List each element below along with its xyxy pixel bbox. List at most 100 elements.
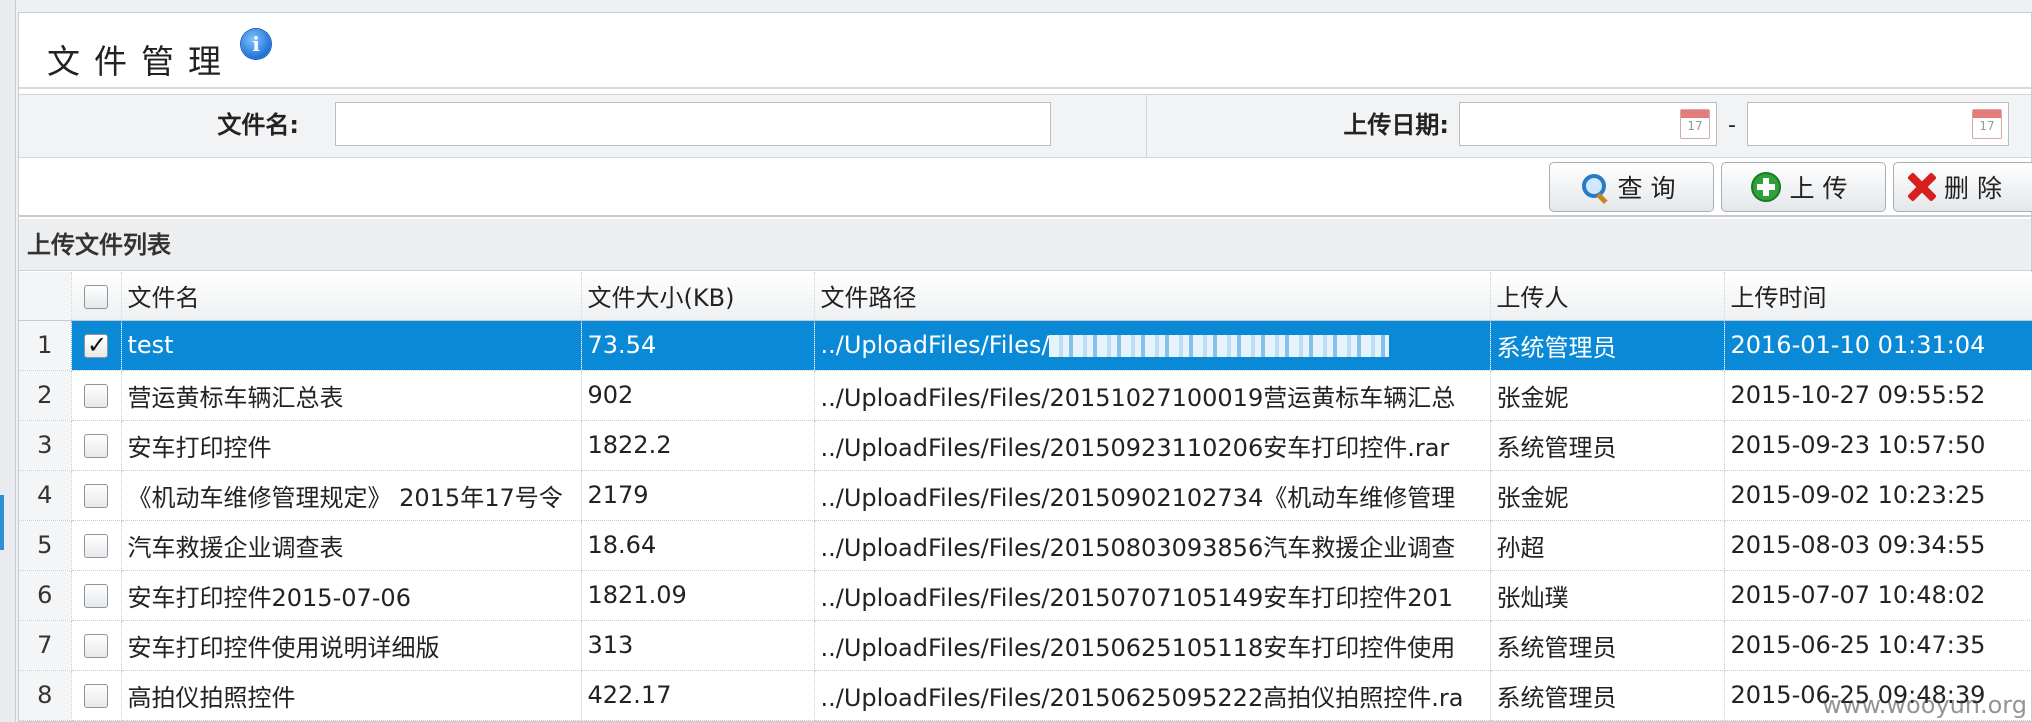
row-number: 6 bbox=[19, 570, 72, 621]
cell-size: 1821.09 bbox=[581, 570, 815, 621]
file-table: 文件名 文件大小(KB) 文件路径 上传人 上传时间 1 test 73.54 … bbox=[19, 272, 2032, 721]
row-checkbox[interactable] bbox=[84, 484, 108, 508]
row-checkbox-cell[interactable] bbox=[71, 570, 122, 621]
cell-time: 2015-08-03 09:34:55 bbox=[1724, 520, 2032, 571]
delete-icon bbox=[1906, 172, 1936, 202]
select-all-checkbox[interactable] bbox=[84, 284, 108, 309]
row-checkbox[interactable] bbox=[84, 384, 108, 408]
row-checkbox-cell[interactable] bbox=[71, 520, 122, 571]
table-row[interactable]: 8 高拍仪拍照控件 422.17 ../UploadFiles/Files/20… bbox=[19, 670, 2032, 721]
column-header-path[interactable]: 文件路径 bbox=[814, 272, 1491, 321]
left-scroll-strip[interactable] bbox=[0, 0, 16, 722]
table-row[interactable]: 5 汽车救援企业调查表 18.64 ../UploadFiles/Files/2… bbox=[19, 520, 2032, 571]
cell-path: ../UploadFiles/Files/ bbox=[814, 320, 1491, 371]
row-checkbox-cell[interactable] bbox=[71, 420, 122, 471]
table-row[interactable]: 3 安车打印控件 1822.2 ../UploadFiles/Files/201… bbox=[19, 420, 2032, 471]
cell-uploader: 张金妮 bbox=[1490, 370, 1725, 421]
row-checkbox[interactable] bbox=[84, 584, 108, 608]
title-bar: 文件管理 i bbox=[19, 13, 2031, 89]
cell-filename: 安车打印控件2015-07-06 bbox=[121, 570, 582, 621]
table-row[interactable]: 1 test 73.54 ../UploadFiles/Files/ 系统管理员… bbox=[19, 320, 2032, 371]
cell-path: ../UploadFiles/Files/20150923110206安车打印控… bbox=[814, 420, 1491, 471]
toolbar: 查询 上传 删除 bbox=[19, 159, 2032, 217]
date-to-input[interactable]: 17 bbox=[1747, 102, 2009, 146]
row-number: 7 bbox=[19, 620, 72, 671]
select-all-checkbox-header[interactable] bbox=[71, 272, 122, 321]
filename-input[interactable] bbox=[335, 102, 1051, 146]
cell-filename: 《机动车维修管理规定》 2015年17号令 bbox=[121, 470, 582, 521]
table-row[interactable]: 7 安车打印控件使用说明详细版 313 ../UploadFiles/Files… bbox=[19, 620, 2032, 671]
file-management-panel: 文件管理 i 文件名: 上传日期: 17 - 17 查询 上传 删除 上传文件列… bbox=[18, 12, 2032, 722]
cell-path: ../UploadFiles/Files/20150707105149安车打印控… bbox=[814, 570, 1491, 621]
cell-path: ../UploadFiles/Files/20150625105118安车打印控… bbox=[814, 620, 1491, 671]
row-checkbox[interactable] bbox=[84, 534, 108, 558]
cell-uploader: 张金妮 bbox=[1490, 470, 1725, 521]
cell-path: ../UploadFiles/Files/20150803093856汽车救援企… bbox=[814, 520, 1491, 571]
cell-time: 2015-09-02 10:23:25 bbox=[1724, 470, 2032, 521]
table-row[interactable]: 4 《机动车维修管理规定》 2015年17号令 2179 ../UploadFi… bbox=[19, 470, 2032, 521]
cell-uploader: 孙超 bbox=[1490, 520, 1725, 571]
cell-size: 313 bbox=[581, 620, 815, 671]
cell-time: 2015-09-23 10:57:50 bbox=[1724, 420, 2032, 471]
date-from-input[interactable]: 17 bbox=[1459, 102, 1717, 146]
watermark: www.wooyun.org bbox=[1822, 691, 2027, 719]
column-header-filename[interactable]: 文件名 bbox=[121, 272, 582, 321]
add-icon bbox=[1751, 172, 1782, 202]
row-checkbox-cell[interactable] bbox=[71, 320, 122, 371]
row-number: 4 bbox=[19, 470, 72, 521]
row-checkbox-cell[interactable] bbox=[71, 670, 122, 721]
row-checkbox-cell[interactable] bbox=[71, 370, 122, 421]
row-number-header bbox=[19, 272, 72, 321]
page-title: 文件管理 bbox=[47, 42, 235, 81]
cell-path: ../UploadFiles/Files/20151027100019营运黄标车… bbox=[814, 370, 1491, 421]
cell-size: 73.54 bbox=[581, 320, 815, 371]
cell-size: 422.17 bbox=[581, 670, 815, 721]
upload-button[interactable]: 上传 bbox=[1721, 162, 1886, 212]
cell-time: 2015-10-27 09:55:52 bbox=[1724, 370, 2032, 421]
cell-uploader: 系统管理员 bbox=[1490, 420, 1725, 471]
row-number: 5 bbox=[19, 520, 72, 571]
cell-filename: 营运黄标车辆汇总表 bbox=[121, 370, 582, 421]
row-checkbox[interactable] bbox=[84, 634, 108, 658]
table-row[interactable]: 6 安车打印控件2015-07-06 1821.09 ../UploadFile… bbox=[19, 570, 2032, 621]
row-checkbox-cell[interactable] bbox=[71, 620, 122, 671]
left-strip-marker bbox=[0, 495, 4, 550]
cell-uploader: 系统管理员 bbox=[1490, 670, 1725, 721]
row-checkbox[interactable] bbox=[84, 331, 108, 359]
list-title: 上传文件列表 bbox=[19, 219, 2031, 271]
app-frame: 文件管理 i 文件名: 上传日期: 17 - 17 查询 上传 删除 上传文件列… bbox=[0, 0, 2032, 722]
delete-button[interactable]: 删除 bbox=[1893, 162, 2032, 212]
cell-uploader: 系统管理员 bbox=[1490, 320, 1725, 371]
column-header-size[interactable]: 文件大小(KB) bbox=[581, 272, 815, 321]
filename-label: 文件名: bbox=[217, 111, 299, 139]
cell-time: 2016-01-10 01:31:04 bbox=[1724, 320, 2032, 371]
table-row[interactable]: 2 营运黄标车辆汇总表 902 ../UploadFiles/Files/201… bbox=[19, 370, 2032, 421]
search-bar: 文件名: 上传日期: 17 - 17 bbox=[19, 94, 2031, 158]
row-number: 3 bbox=[19, 420, 72, 471]
cell-uploader: 系统管理员 bbox=[1490, 620, 1725, 671]
cell-size: 18.64 bbox=[581, 520, 815, 571]
cell-filename: 安车打印控件使用说明详细版 bbox=[121, 620, 582, 671]
cell-path: ../UploadFiles/Files/20150902102734《机动车维… bbox=[814, 470, 1491, 521]
upload-date-label: 上传日期: bbox=[1343, 111, 1449, 139]
cell-uploader: 张灿璞 bbox=[1490, 570, 1725, 621]
info-icon[interactable]: i bbox=[241, 29, 271, 59]
cell-size: 902 bbox=[581, 370, 815, 421]
row-checkbox[interactable] bbox=[84, 684, 108, 708]
column-header-time[interactable]: 上传时间 bbox=[1724, 272, 2032, 321]
date-separator: - bbox=[1728, 113, 1736, 138]
query-button[interactable]: 查询 bbox=[1549, 162, 1714, 212]
row-number: 2 bbox=[19, 370, 72, 421]
cell-size: 2179 bbox=[581, 470, 815, 521]
column-header-uploader[interactable]: 上传人 bbox=[1490, 272, 1725, 321]
cell-filename: 安车打印控件 bbox=[121, 420, 582, 471]
row-checkbox-cell[interactable] bbox=[71, 470, 122, 521]
calendar-icon[interactable]: 17 bbox=[1680, 109, 1710, 139]
cell-time: 2015-07-07 10:48:02 bbox=[1724, 570, 2032, 621]
cell-filename: test bbox=[121, 320, 582, 371]
calendar-icon[interactable]: 17 bbox=[1972, 109, 2002, 139]
cell-time: 2015-06-25 10:47:35 bbox=[1724, 620, 2032, 671]
row-number: 8 bbox=[19, 670, 72, 721]
cell-path: ../UploadFiles/Files/20150625095222高拍仪拍照… bbox=[814, 670, 1491, 721]
row-checkbox[interactable] bbox=[84, 434, 108, 458]
